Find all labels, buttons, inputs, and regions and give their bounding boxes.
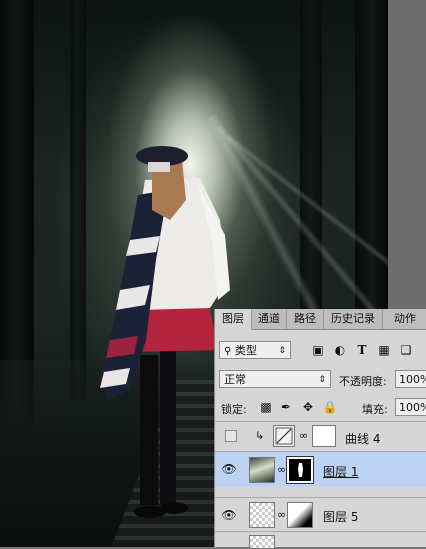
layer-name[interactable]: 图层 5	[323, 508, 358, 525]
panel-tab-bar: 图层 通道 路径 历史记录 动作	[215, 309, 426, 330]
visibility-toggle-off[interactable]	[225, 430, 237, 442]
lock-move-icon[interactable]: ✥	[299, 398, 317, 416]
tab-actions[interactable]: 动作	[383, 309, 426, 329]
layer-mask-thumb[interactable]	[312, 425, 336, 447]
layer-row-layer-5[interactable]: 👁 ∞ 图层 5	[215, 497, 426, 531]
tab-history[interactable]: 历史记录	[324, 309, 383, 329]
layer-row-curves-4[interactable]: ↳ ∞ 曲线 4	[215, 421, 426, 451]
eye-icon[interactable]: 👁	[221, 508, 237, 522]
lock-paint-icon[interactable]: ✒	[277, 398, 295, 416]
opacity-label: 不透明度:	[339, 375, 387, 388]
opacity-value: 100%	[399, 373, 426, 386]
image-filter-icon[interactable]: ▣	[309, 341, 327, 359]
updown-arrow-icon: ⇕	[278, 346, 286, 356]
fill-label: 填充:	[362, 403, 388, 416]
clip-arrow-icon: ↳	[255, 429, 265, 442]
tab-paths[interactable]: 路径	[287, 309, 324, 329]
curves-adjustment-icon	[273, 425, 295, 447]
eye-icon[interactable]: 👁	[221, 462, 237, 476]
filter-type-label: 类型	[234, 344, 257, 357]
blend-mode-select[interactable]: 正常 ⇕	[219, 370, 331, 388]
type-filter-icon[interactable]: T	[353, 341, 371, 359]
layer-name[interactable]: 图层 1	[323, 463, 358, 480]
layer-row-partial[interactable]	[215, 531, 426, 549]
search-icon: ⚲	[224, 346, 232, 357]
filter-row: ⚲ 类型 ⇕ ▣ ◐ T ▦ ❏	[215, 339, 426, 361]
updown-arrow-icon: ⇕	[318, 375, 326, 385]
chain-link-icon[interactable]: ∞	[277, 463, 286, 476]
opacity-input[interactable]: 100%	[395, 370, 426, 388]
smart-object-filter-icon[interactable]: ❏	[397, 341, 415, 359]
layer-row-layer-1[interactable]: 👁 ∞ 图层 1	[215, 451, 426, 487]
chain-link-icon[interactable]: ∞	[299, 429, 308, 442]
fill-value: 100%	[399, 401, 426, 414]
fill-input[interactable]: 100%	[395, 398, 426, 416]
adjustment-filter-icon[interactable]: ◐	[331, 341, 349, 359]
lock-row: 锁定: ▩ ✒ ✥ 🔒 填充: 100%	[215, 398, 426, 420]
canvas-background	[388, 0, 426, 310]
lock-transparent-icon[interactable]: ▩	[257, 398, 275, 416]
layer-thumb-transparent[interactable]	[249, 502, 275, 528]
layers-panel: 图层 通道 路径 历史记录 动作 ⚲ 类型 ⇕ ▣ ◐ T ▦ ❏ 正常 ⇕ 不…	[214, 309, 426, 549]
layer-mask-thumb[interactable]	[286, 456, 314, 484]
layer-mask-thumb[interactable]	[287, 502, 313, 528]
tree-trunk	[70, 0, 86, 400]
tab-channels[interactable]: 通道	[252, 309, 287, 329]
shape-filter-icon[interactable]: ▦	[375, 341, 393, 359]
filter-type-select[interactable]: ⚲ 类型 ⇕	[219, 341, 291, 359]
layer-thumb-photo[interactable]	[249, 457, 275, 483]
chain-link-icon[interactable]: ∞	[277, 508, 286, 521]
tab-layers[interactable]: 图层	[215, 309, 252, 330]
blend-mode-value: 正常	[224, 373, 246, 386]
layer-name[interactable]: 曲线 4	[345, 430, 380, 447]
lock-all-icon[interactable]: 🔒	[321, 398, 339, 416]
blend-row: 正常 ⇕ 不透明度: 100%	[215, 370, 426, 392]
lock-label: 锁定:	[221, 403, 247, 416]
